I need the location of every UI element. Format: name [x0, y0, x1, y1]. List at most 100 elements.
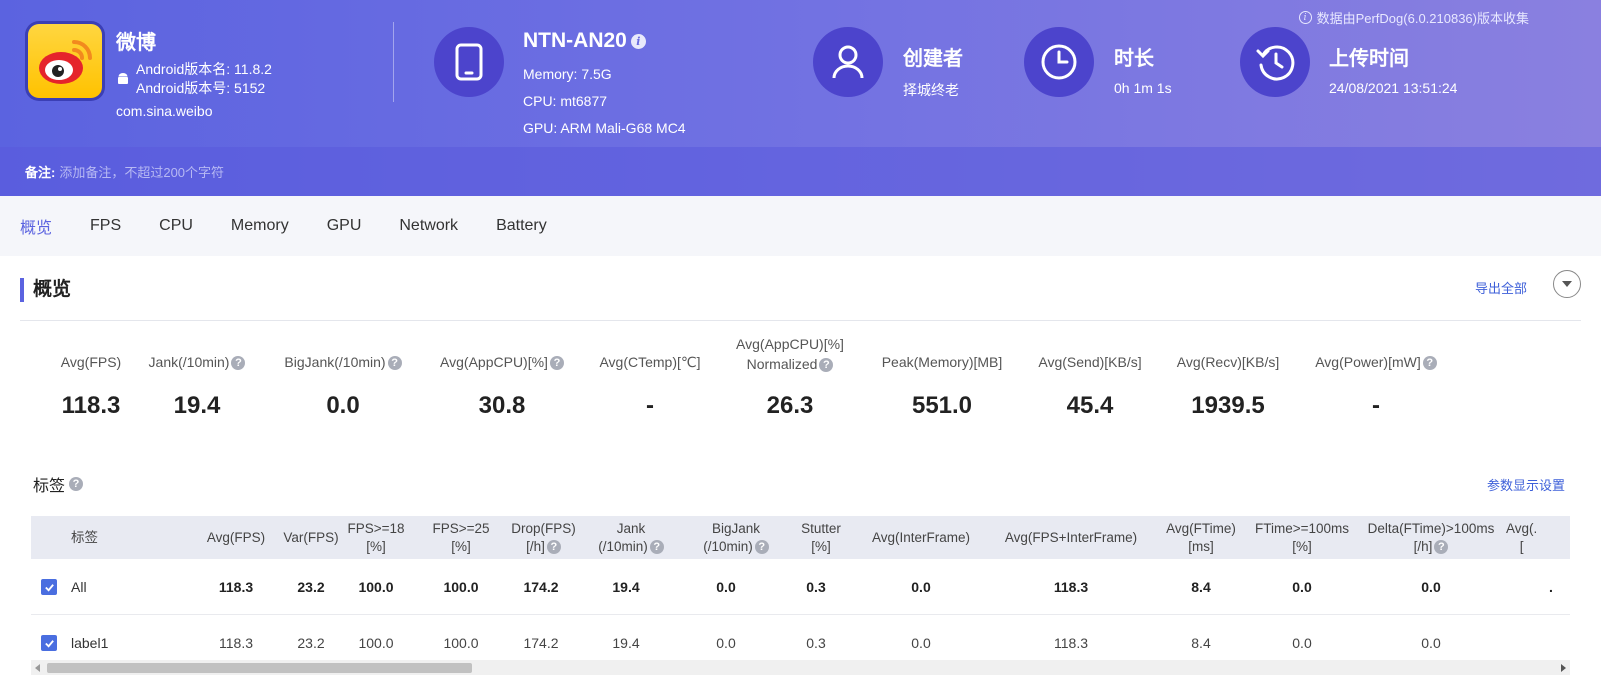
table-cell: 0.0 [911, 579, 931, 595]
stat-jank: Jank(/10min)? 19.4 [130, 352, 264, 420]
col-header: Avg(InterFrame) [871, 529, 971, 545]
weibo-app-logo [25, 21, 105, 101]
stat-avg-ctemp: Avg(CTemp)[℃] - [599, 354, 701, 419]
row-label: All [71, 579, 87, 595]
device-memory: Memory: 7.5G [523, 66, 612, 82]
table-cell: 19.4 [612, 579, 640, 595]
row-checkbox[interactable] [41, 635, 57, 651]
horizontal-scrollbar[interactable] [31, 660, 1570, 675]
help-icon[interactable]: ? [231, 356, 246, 371]
help-icon[interactable]: ? [819, 358, 834, 373]
col-header: Delta(FTime)>100ms [/h]? [1367, 520, 1495, 554]
device-name: NTN-AN20 i [523, 29, 646, 53]
note-input[interactable]: 添加备注，不超过200个字符 [59, 162, 224, 181]
tags-title: 标签? [33, 472, 84, 496]
report-header: 微博 Android版本名: 11.8.2 Android版本号: 5152 c… [0, 0, 1601, 196]
table-row: All 118.3 23.2 100.0 100.0 174.2 19.4 0.… [31, 559, 1570, 615]
note-bar[interactable]: 备注: 添加备注，不超过200个字符 [0, 147, 1601, 196]
table-cell: 100.0 [358, 579, 394, 595]
check-icon [44, 583, 54, 592]
table-cell: . [1549, 579, 1553, 595]
table-cell: 8.4 [1191, 579, 1211, 595]
col-header: Jank (/10min)? [591, 516, 671, 559]
device-cpu: CPU: mt6877 [523, 93, 608, 109]
table-cell: 0.0 [716, 579, 736, 595]
duration-title: 时长 [1114, 48, 1154, 70]
help-icon[interactable]: ? [754, 539, 769, 554]
scroll-left-icon[interactable] [35, 664, 40, 672]
creator-title: 创建者 [903, 48, 963, 70]
creator-value: 择城终老 [903, 82, 959, 98]
col-header: Avg(FPS+InterFrame) [1004, 529, 1138, 545]
tab-fps[interactable]: FPS [90, 217, 121, 235]
col-header: FPS>=25 [%] [432, 520, 490, 554]
android-version-code: Android版本号: 5152 [136, 80, 266, 96]
header-divider [393, 22, 394, 102]
info-icon: i [1298, 11, 1312, 24]
device-gpu: GPU: ARM Mali-G68 MC4 [523, 120, 686, 136]
stat-avg-appcpu-normalized: Avg(AppCPU)[%] Normalized? 26.3 [736, 336, 844, 419]
device-info-icon[interactable]: i [630, 33, 646, 49]
stat-avg-power: Avg(Power)[mW]? - [1306, 352, 1446, 420]
help-icon[interactable]: ? [549, 356, 564, 371]
col-header: Avg(FTime) [ms] [1166, 520, 1236, 554]
help-icon[interactable]: ? [1422, 356, 1437, 371]
tab-cpu[interactable]: CPU [159, 217, 193, 235]
clock-icon [1024, 27, 1094, 97]
table-header: 标签 Avg(FPS) Var(FPS) FPS>=18 [%] FPS>=25[… [31, 516, 1570, 559]
tab-overview[interactable]: 概览 [20, 214, 52, 238]
tab-battery[interactable]: Battery [496, 217, 547, 235]
stat-avg-appcpu: Avg(AppCPU)[%]? 30.8 [424, 352, 580, 420]
help-icon[interactable]: ? [69, 477, 84, 491]
android-version-name: Android版本名: 11.8.2 [136, 61, 272, 77]
help-icon[interactable]: ? [546, 539, 561, 554]
check-icon [44, 639, 54, 648]
upload-time-title: 上传时间 [1329, 48, 1409, 70]
stat-peak-memory: Peak(Memory)[MB] 551.0 [881, 354, 1003, 419]
table-cell: 118.3 [1053, 579, 1089, 595]
help-icon[interactable]: ? [387, 356, 402, 371]
collapse-button[interactable] [1553, 270, 1581, 298]
phone-icon [434, 27, 504, 97]
row-checkbox[interactable] [41, 579, 57, 595]
user-icon [813, 27, 883, 97]
column-settings-link[interactable]: 参数显示设置 [1487, 475, 1565, 494]
help-icon[interactable]: ? [1434, 539, 1449, 554]
tab-gpu[interactable]: GPU [327, 217, 362, 235]
android-version-info: Android版本名: 11.8.2 Android版本号: 5152 [116, 60, 272, 98]
tab-memory[interactable]: Memory [231, 217, 289, 235]
table-cell: 0.0 [1292, 579, 1312, 595]
app-name: 微博 [116, 32, 156, 54]
section-title: 概览 [20, 278, 71, 302]
help-icon[interactable]: ? [649, 539, 664, 554]
history-icon [1240, 27, 1310, 97]
table-cell: 174.2 [523, 579, 559, 595]
table-cell: 118.3 [218, 579, 254, 595]
scrollbar-thumb[interactable] [47, 663, 472, 673]
stat-avg-recv: Avg(Recv)[KB/s] 1939.5 [1176, 354, 1280, 419]
col-header: Drop(FPS) [/h]? [511, 520, 576, 554]
tab-bar: 概览 FPS CPU Memory GPU Network Battery [0, 196, 1601, 256]
stat-avg-fps: Avg(FPS) 118.3 [60, 354, 122, 419]
stat-bigjank: BigJank(/10min)? 0.0 [270, 352, 416, 420]
upload-time-value: 24/08/2021 13:51:24 [1329, 80, 1458, 96]
section-divider [20, 320, 1581, 321]
export-all-link[interactable]: 导出全部 [1475, 278, 1527, 297]
note-label: 备注: [25, 165, 56, 180]
col-header: Stutter [%] [801, 520, 841, 554]
package-name: com.sina.weibo [116, 103, 213, 119]
col-header: BigJank (/10min)? [691, 516, 781, 559]
col-header: Avg(.[ [1506, 520, 1538, 554]
col-header: FTime>=100ms [%] [1254, 520, 1350, 554]
overview-panel: 概览 导出全部 Avg(FPS) 118.3 Jank(/10min)? 19.… [0, 256, 1601, 693]
table-cell: 100.0 [443, 579, 479, 595]
col-header: FPS>=18 [%] [347, 520, 405, 554]
col-header: 标签 [71, 529, 98, 545]
data-source-note: i 数据由PerfDog(6.0.210836)版本收集 [1298, 8, 1529, 27]
scroll-right-icon[interactable] [1561, 664, 1566, 672]
duration-value: 0h 1m 1s [1114, 80, 1172, 96]
tab-network[interactable]: Network [399, 217, 458, 235]
table-cell: 0.3 [806, 579, 826, 595]
col-header: Avg(FPS) [206, 529, 266, 545]
android-icon [118, 73, 128, 84]
